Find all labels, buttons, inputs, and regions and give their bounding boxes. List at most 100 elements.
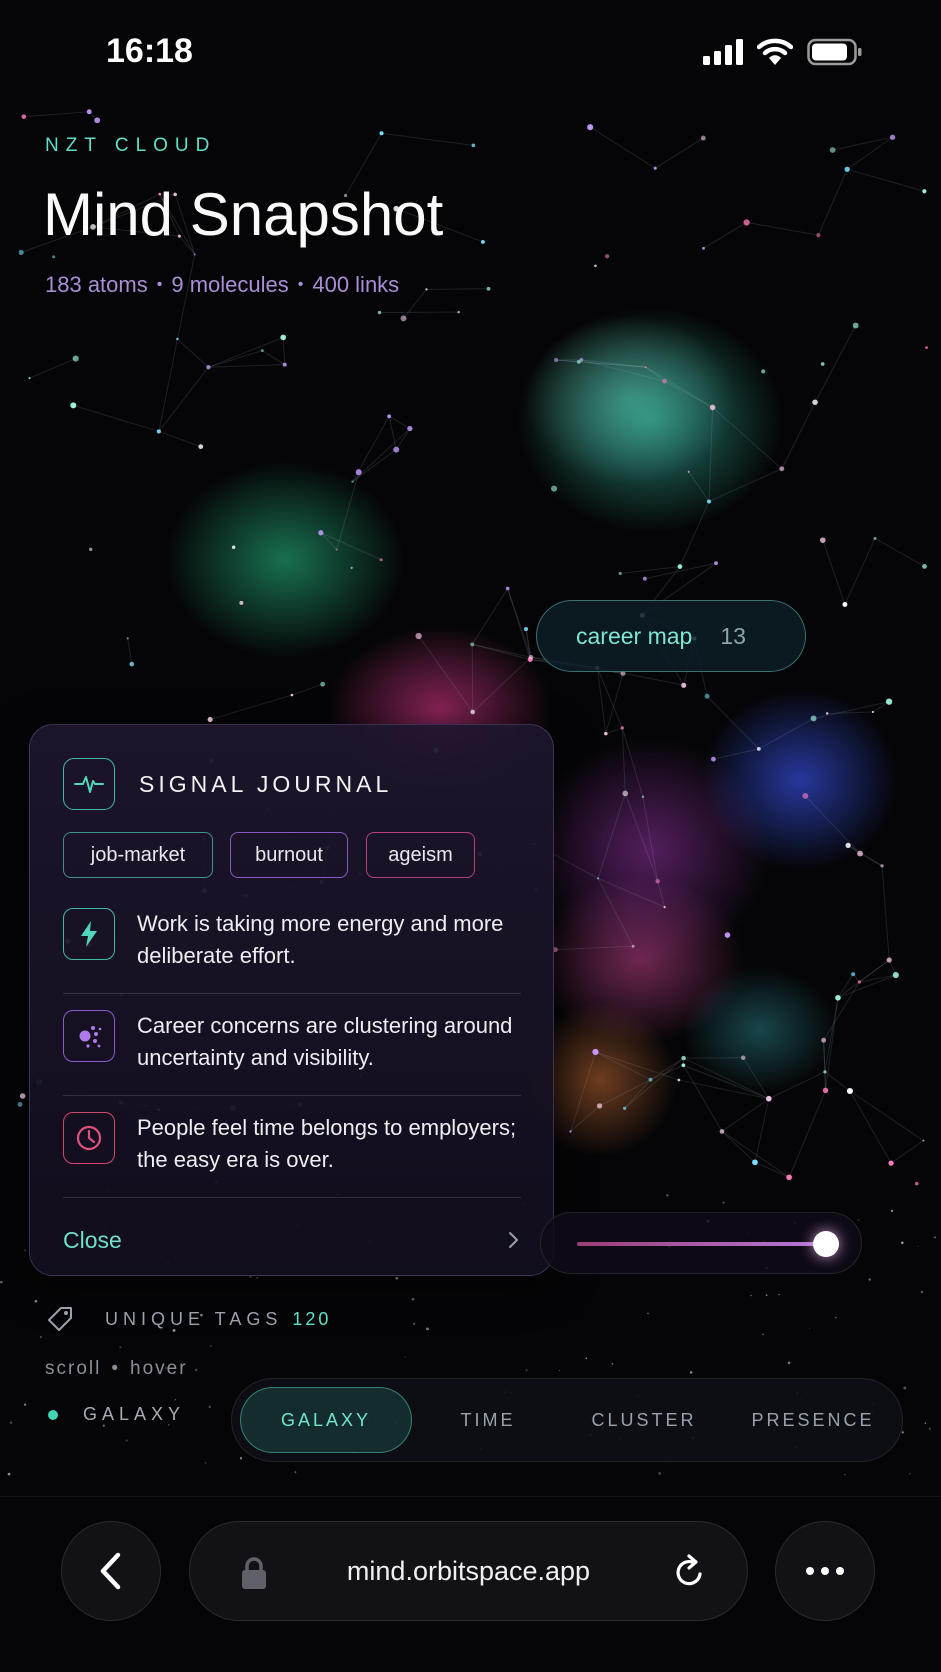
network-link (849, 1090, 892, 1164)
page-title: Mind Snapshot (43, 181, 444, 248)
network-node (802, 792, 809, 799)
network-node (377, 310, 382, 315)
slider-thumb[interactable] (812, 1231, 839, 1257)
network-link (570, 1051, 596, 1132)
network-node (714, 561, 719, 566)
network-link (471, 588, 509, 645)
network-link (683, 1064, 769, 1100)
network-node (644, 366, 647, 369)
network-link (555, 945, 634, 951)
network-link (472, 643, 532, 658)
network-link (209, 694, 293, 721)
back-button[interactable] (61, 1521, 161, 1621)
more-options-button[interactable] (775, 1521, 875, 1621)
close-button[interactable]: Close (63, 1220, 521, 1260)
network-node (52, 255, 56, 259)
status-time: 16:18 (106, 32, 193, 70)
network-node (835, 995, 841, 1001)
network-node (592, 1048, 599, 1056)
network-link (754, 1098, 770, 1163)
tag-job-market[interactable]: job-market (63, 832, 213, 878)
lightning-icon (63, 908, 115, 960)
network-node (845, 842, 851, 848)
network-node (889, 134, 896, 140)
network-node (925, 346, 928, 349)
network-node (681, 1055, 686, 1061)
network-node (350, 566, 353, 569)
network-node (604, 731, 608, 736)
tab-galaxy[interactable]: GALAXY (240, 1387, 412, 1453)
network-node (86, 109, 92, 115)
cellular-signal-icon (703, 39, 743, 65)
journal-item[interactable]: Career concerns are clustering around un… (63, 1010, 525, 1112)
atoms-count: 183 atoms (45, 272, 148, 297)
tab-presence[interactable]: PRESENCE (730, 1387, 896, 1453)
background-star (413, 1322, 416, 1325)
journal-item[interactable]: People feel time belongs to employers; t… (63, 1112, 525, 1214)
background-star (395, 1276, 399, 1280)
network-node (207, 717, 213, 723)
network-node (524, 627, 529, 632)
network-link (320, 532, 338, 550)
network-node (156, 429, 161, 434)
network-link (589, 126, 656, 169)
network-link (706, 695, 760, 750)
background-star (256, 1277, 258, 1279)
network-node (126, 637, 129, 640)
network-node (719, 1129, 725, 1134)
background-star (204, 1461, 207, 1464)
background-star (689, 1371, 693, 1374)
background-star (762, 1333, 764, 1336)
background-star (23, 1403, 27, 1406)
background-star (658, 1472, 662, 1475)
clock-icon (63, 1112, 115, 1164)
tab-cluster[interactable]: CLUSTER (564, 1387, 724, 1453)
network-node (707, 499, 711, 504)
background-star (857, 1219, 860, 1221)
network-link (682, 1065, 723, 1132)
url-text: mind.orbitspace.app (346, 1556, 591, 1586)
journal-item[interactable]: Work is taking more energy and more deli… (63, 908, 525, 1010)
timeline-slider[interactable] (540, 1212, 862, 1274)
network-link (208, 336, 284, 368)
network-link (620, 566, 680, 575)
divider (63, 993, 521, 994)
network-node (648, 1077, 653, 1082)
app-eyebrow: NZT CLOUD (45, 135, 217, 156)
network-node (846, 1087, 853, 1095)
slider-track[interactable] (577, 1242, 839, 1246)
network-link (597, 877, 665, 908)
network-link (127, 638, 133, 665)
tab-time[interactable]: TIME (418, 1387, 558, 1453)
tag-icon (48, 1307, 72, 1331)
career-map-pill[interactable]: career map 13 (536, 600, 806, 672)
network-node (282, 362, 287, 367)
network-node (842, 602, 848, 607)
reload-icon[interactable] (673, 1554, 707, 1590)
network-node (662, 378, 667, 384)
network-node (94, 117, 101, 124)
network-link (781, 402, 816, 470)
separator-dot: • (297, 276, 304, 293)
network-link (823, 981, 860, 1041)
network-link (847, 844, 883, 867)
background-star (647, 1312, 649, 1315)
network-node (852, 322, 859, 329)
network-link (804, 795, 861, 854)
background-star (917, 1246, 919, 1248)
network-node (819, 537, 826, 544)
address-bar[interactable]: mind.orbitspace.app (189, 1521, 748, 1621)
background-star (34, 1299, 38, 1303)
pulse-icon (63, 758, 115, 810)
hint-scroll: scroll (45, 1358, 102, 1379)
network-node (873, 537, 877, 540)
network-node (471, 143, 476, 148)
background-star (722, 1201, 725, 1204)
network-link (282, 337, 286, 365)
tag-burnout[interactable]: burnout (230, 832, 348, 878)
tag-ageism[interactable]: ageism (366, 832, 475, 878)
background-star (834, 1316, 837, 1319)
network-link (597, 878, 634, 947)
network-link (320, 532, 382, 561)
mode-indicator: GALAXY (48, 1404, 185, 1425)
